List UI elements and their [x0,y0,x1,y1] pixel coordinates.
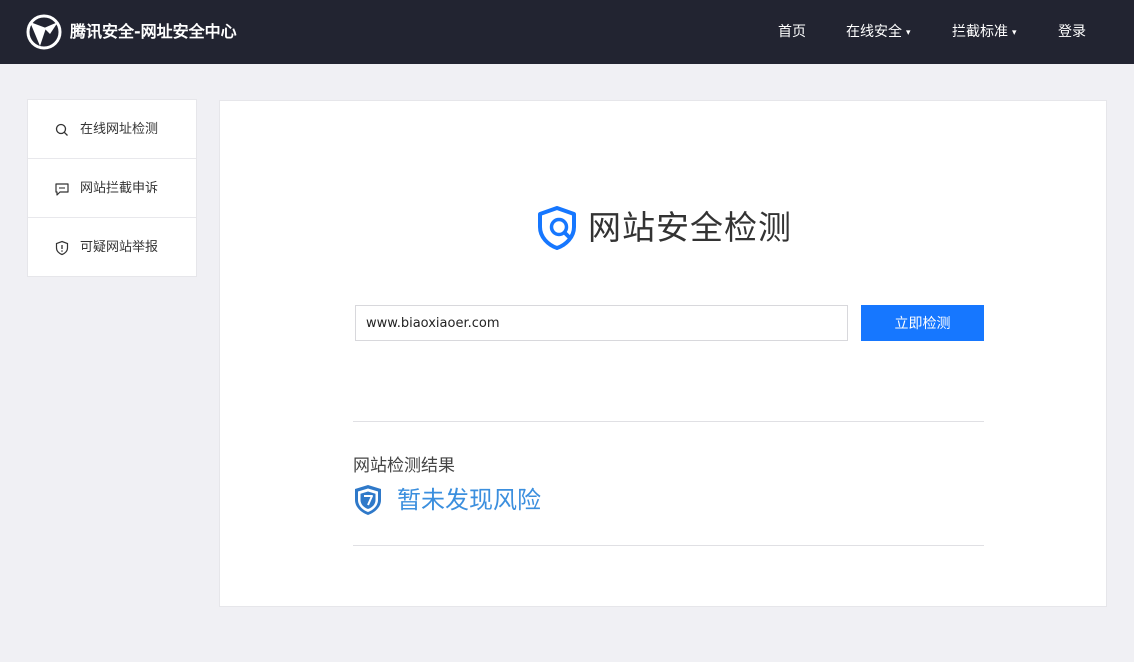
page-title: 网站安全检测 [588,208,792,247]
shield-alert-icon [55,240,69,256]
main-panel: 网站安全检测 立即检测 网站检测结果 暂未发现风险 [219,100,1107,607]
nav-online-security[interactable]: 在线安全 ▾ [846,20,911,44]
sidebar-item-appeal[interactable]: 网站拦截申诉 [28,159,196,218]
check-now-button[interactable]: 立即检测 [861,305,984,341]
nav-home[interactable]: 首页 [778,20,806,44]
divider [353,545,984,546]
nav-block-standard-label: 拦截标准 [952,24,1008,40]
result-heading: 网站检测结果 [353,456,455,476]
tencent-security-logo-icon[interactable] [26,14,62,50]
nav-block-standard[interactable]: 拦截标准 ▾ [952,20,1017,44]
sidebar-item-url-check[interactable]: 在线网址检测 [28,100,196,159]
url-input[interactable] [355,305,848,341]
sidebar-item-label: 网站拦截申诉 [80,181,159,196]
site-title[interactable]: 腾讯安全-网址安全中心 [70,20,237,44]
nav-login-label: 登录 [1058,24,1086,40]
chat-icon [55,183,69,196]
sidebar: 在线网址检测 网站拦截申诉 可疑网站举报 [27,99,197,277]
sidebar-item-report[interactable]: 可疑网站举报 [28,218,196,277]
chevron-down-icon: ▾ [906,28,911,38]
search-icon [55,123,68,136]
nav-home-label: 首页 [778,24,806,40]
shield-question-icon [355,485,381,515]
shield-search-icon [538,206,576,250]
sidebar-item-label: 在线网址检测 [80,122,159,137]
top-header: 腾讯安全-网址安全中心 首页 在线安全 ▾ 拦截标准 ▾ 登录 [0,0,1134,64]
nav-online-security-label: 在线安全 [846,24,902,40]
nav-login[interactable]: 登录 [1058,20,1086,44]
chevron-down-icon: ▾ [1012,28,1017,38]
result-status-text: 暂未发现风险 [397,486,541,514]
sidebar-item-label: 可疑网站举报 [80,240,159,255]
divider [353,421,984,422]
